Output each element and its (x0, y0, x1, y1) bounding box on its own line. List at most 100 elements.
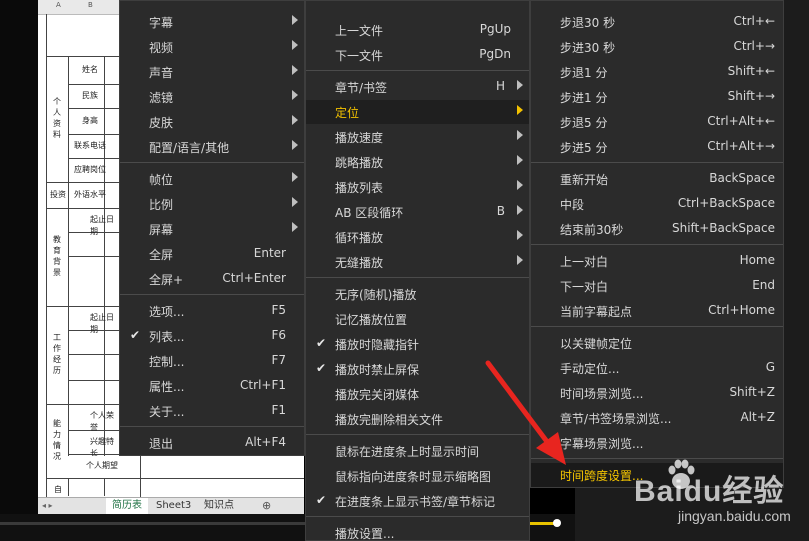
menu1-item-8[interactable]: 屏幕 (120, 217, 304, 241)
menu1-item-5[interactable]: 配置/语言/其他 (120, 135, 304, 159)
menu2-item-3[interactable]: 定位 (306, 100, 529, 124)
submenu-arrow-icon (517, 180, 523, 190)
menu2-item-18[interactable]: ✔ 在进度条上显示书签/章节标记 (306, 489, 529, 513)
menu2-item-10[interactable]: 无序(随机)播放 (306, 282, 529, 306)
submenu-arrow-icon (517, 205, 523, 215)
submenu-arrow-icon (292, 172, 298, 182)
progress-handle[interactable] (553, 519, 561, 527)
menu-separator (120, 162, 304, 163)
menu-item-label: 在进度条上显示书签/章节标记 (335, 495, 496, 509)
watermark-brand: Baidu经验 (634, 475, 785, 508)
menu2-item-11[interactable]: 记忆播放位置 (306, 307, 529, 331)
menu1-item-12[interactable]: ✔ 列表... F6 (120, 324, 304, 348)
add-sheet-icon[interactable]: ⊕ (262, 499, 271, 512)
group-education: 教育背景 (53, 235, 61, 277)
menu1-item-14[interactable]: 属性... Ctrl+F1 (120, 374, 304, 398)
menu3-item-8[interactable]: 结束前30秒 Shift+BackSpace (531, 217, 783, 241)
menu1-item-6[interactable]: 帧位 (120, 167, 304, 191)
menu1-item-15[interactable]: 关于... F1 (120, 399, 304, 423)
menu-item-label: 列表... (149, 330, 185, 344)
menu3-item-4[interactable]: 步退5 分 Ctrl+Alt+← (531, 110, 783, 134)
menu-item-label: 滤镜 (149, 91, 174, 105)
menu2-item-1[interactable]: 下一文件 PgDn (306, 43, 529, 67)
menu3-item-9[interactable]: 上一对白 Home (531, 249, 783, 273)
menu3-item-0[interactable]: 步退30 秒 Ctrl+← (531, 10, 783, 34)
menu2-item-0[interactable]: 上一文件 PgUp (306, 18, 529, 42)
menu3-item-11[interactable]: 当前字幕起点 Ctrl+Home (531, 299, 783, 323)
menu-item-shortcut: Home (739, 253, 775, 267)
menu-item-label: 屏幕 (149, 223, 174, 237)
menu3-item-2[interactable]: 步退1 分 Shift+← (531, 60, 783, 84)
menu-separator (306, 516, 529, 517)
menu-item-label: 配置/语言/其他 (149, 141, 230, 155)
menu1-item-13[interactable]: 控制... F7 (120, 349, 304, 373)
menu2-item-7[interactable]: AB 区段循环 B (306, 200, 529, 224)
menu2-item-4[interactable]: 播放速度 (306, 125, 529, 149)
menu-item-label: 循环播放 (335, 231, 384, 245)
menu-item-label: 跳略播放 (335, 156, 384, 170)
menu1-item-0[interactable]: 字幕 (120, 10, 304, 34)
menu2-item-12[interactable]: ✔ 播放时隐藏指针 (306, 332, 529, 356)
menu-item-shortcut: Enter (253, 246, 286, 260)
submenu-arrow-icon (517, 230, 523, 240)
menu2-item-6[interactable]: 播放列表 (306, 175, 529, 199)
menu-separator (120, 294, 304, 295)
menu-item-label: 以关键帧定位 (560, 337, 633, 351)
menu-item-shortcut: Ctrl+Alt+← (707, 114, 775, 128)
menu1-item-16[interactable]: 退出 Alt+F4 (120, 431, 304, 455)
cell-position: 应聘岗位 (74, 165, 106, 174)
menu-item-label: 定位 (335, 106, 360, 120)
sheet-extension (120, 454, 304, 500)
menu-item-label: 全屏 (149, 248, 174, 262)
cell-name: 姓名 (82, 65, 98, 74)
submenu-arrow-icon (292, 65, 298, 75)
menu-item-label: 属性... (149, 380, 185, 394)
submenu-arrow-icon (292, 15, 298, 25)
menu-item-label: 步退30 秒 (560, 16, 616, 30)
menu3-item-5[interactable]: 步进5 分 Ctrl+Alt+→ (531, 135, 783, 159)
tab-sheet3[interactable]: Sheet3 (152, 498, 195, 514)
tab-knowledge[interactable]: 知识点 (200, 498, 238, 514)
menu-item-label: 记忆播放位置 (335, 313, 408, 327)
menu-item-label: 退出 (149, 437, 174, 451)
menu-item-shortcut: BackSpace (709, 171, 775, 185)
menu2-item-5[interactable]: 跳略播放 (306, 150, 529, 174)
menu1-item-3[interactable]: 滤镜 (120, 85, 304, 109)
menu1-item-7[interactable]: 比例 (120, 192, 304, 216)
menu-item-label: 播放完关闭媒体 (335, 388, 420, 402)
menu2-item-8[interactable]: 循环播放 (306, 225, 529, 249)
menu-item-label: 播放列表 (335, 181, 384, 195)
menu1-item-1[interactable]: 视频 (120, 35, 304, 59)
menu2-item-2[interactable]: 章节/书签 H (306, 75, 529, 99)
group-personal: 个人资料 (53, 97, 61, 139)
menu3-item-12[interactable]: 以关键帧定位 (531, 331, 783, 355)
menu-item-label: 中段 (560, 198, 585, 212)
menu3-item-1[interactable]: 步进30 秒 Ctrl+→ (531, 35, 783, 59)
menu1-item-2[interactable]: 声音 (120, 60, 304, 84)
menu3-item-7[interactable]: 中段 Ctrl+BackSpace (531, 192, 783, 216)
menu-item-label: 结束前30秒 (560, 223, 624, 237)
submenu-arrow-icon (517, 105, 523, 115)
menu2-item-19[interactable]: 播放设置... (306, 521, 529, 540)
menu3-item-6[interactable]: 重新开始 BackSpace (531, 167, 783, 191)
menu1-item-9[interactable]: 全屏 Enter (120, 242, 304, 266)
menu-item-label: 字幕 (149, 16, 174, 30)
menu-item-label: 声音 (149, 66, 174, 80)
checkmark-icon: ✔ (316, 336, 327, 350)
menu1-item-11[interactable]: 选项... F5 (120, 299, 304, 323)
menu-item-shortcut: Shift+→ (727, 89, 775, 103)
menu-item-shortcut: G (765, 360, 775, 374)
menu-item-label: 控制... (149, 355, 185, 369)
menu1-item-4[interactable]: 皮肤 (120, 110, 304, 134)
menu1-item-10[interactable]: 全屏+ Ctrl+Enter (120, 267, 304, 291)
col-header-a: A (56, 1, 61, 9)
menu-item-label: 步进1 分 (560, 91, 608, 105)
menu2-item-9[interactable]: 无缝播放 (306, 250, 529, 274)
menu-item-shortcut: Alt+Z (740, 410, 775, 424)
menu3-item-3[interactable]: 步进1 分 Shift+→ (531, 85, 783, 109)
menu-item-label: 鼠标指向进度条时显示缩略图 (335, 470, 492, 484)
cell-expect-bg: 个人期望 (66, 456, 120, 478)
menu-item-label: 上一对白 (560, 255, 609, 269)
menu3-item-10[interactable]: 下一对白 End (531, 274, 783, 298)
menu-separator (531, 326, 783, 327)
